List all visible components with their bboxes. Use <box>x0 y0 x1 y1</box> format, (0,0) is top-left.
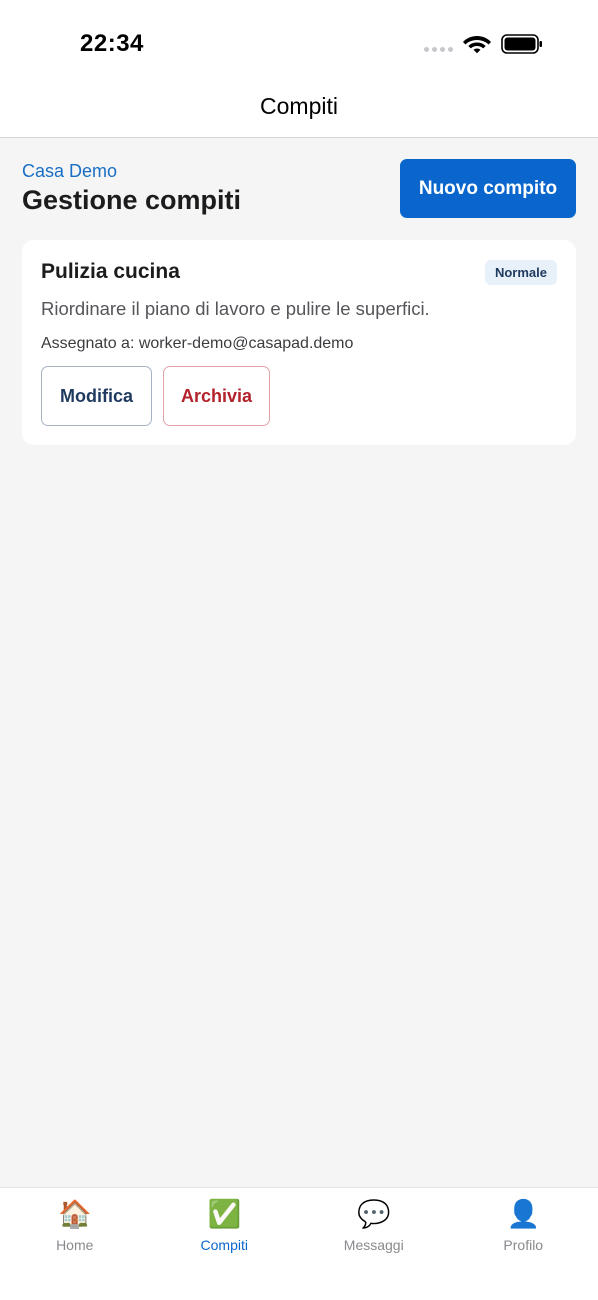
battery-icon <box>501 34 542 54</box>
tab-home[interactable]: 🏠 Home <box>0 1188 150 1300</box>
house-icon: 🏠 <box>57 1199 92 1229</box>
tab-label: Compiti <box>200 1237 248 1253</box>
page-title: Gestione compiti <box>22 185 242 215</box>
nav-title: Compiti <box>260 93 338 119</box>
tab-bar: 🏠 Home ✅ Compiti 💬 Messaggi 👤 Profilo <box>0 1187 598 1300</box>
new-task-button[interactable]: Nuovo compito <box>400 159 576 218</box>
user-silhouette-icon: 👤 <box>506 1199 541 1229</box>
nav-bar: Compiti <box>0 84 598 138</box>
tab-label: Home <box>56 1237 94 1253</box>
status-bar: 22:34 <box>0 0 598 84</box>
archive-task-button[interactable]: Archivia <box>163 366 270 426</box>
tab-label: Profilo <box>503 1237 544 1253</box>
task-assignee: Assegnato a: worker-demo@casapad.demo <box>41 335 354 352</box>
status-time: 22:34 <box>80 30 144 57</box>
signal-dots-icon <box>424 47 453 52</box>
check-mark-icon: ✅ <box>207 1199 242 1229</box>
edit-task-button[interactable]: Modifica <box>41 366 152 426</box>
tab-messaggi[interactable]: 💬 Messaggi <box>299 1188 449 1300</box>
house-name: Casa Demo <box>22 161 118 181</box>
priority-badge: Normale <box>484 260 557 285</box>
task-title: Pulizia cucina <box>41 260 180 283</box>
task-description: Riordinare il piano di lavoro e pulire l… <box>41 298 430 319</box>
tab-label: Messaggi <box>343 1237 404 1253</box>
page-header: Casa Demo Gestione compiti Nuovo compito <box>22 158 576 220</box>
wifi-icon <box>463 36 491 54</box>
tab-compiti[interactable]: ✅ Compiti <box>150 1188 300 1300</box>
task-card: Pulizia cucina Normale Riordinare il pia… <box>22 240 576 445</box>
speech-bubble-icon: 💬 <box>356 1199 391 1229</box>
tab-profilo[interactable]: 👤 Profilo <box>449 1188 598 1300</box>
